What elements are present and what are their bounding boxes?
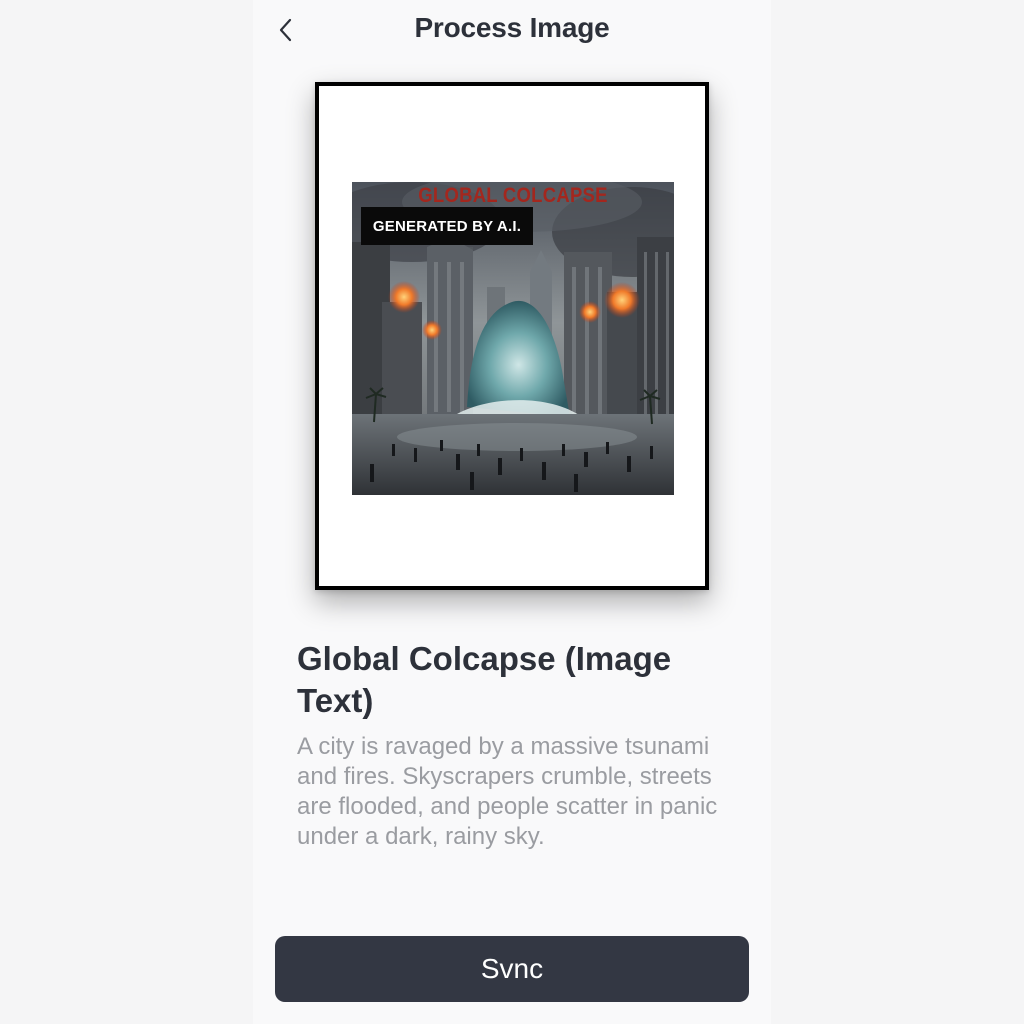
image-title: Global Colcapse (Image Text) [297,640,672,719]
sync-button[interactable]: Svnc [275,936,749,1002]
artwork-image[interactable]: GLOBAL COLCAPSE GENERATED BY A.I. [352,182,674,495]
artwork-overlay-title: GLOBAL COLCAPSE [418,184,608,207]
page-title: Process Image [414,12,610,43]
ai-generated-badge: GENERATED BY A.I. [361,207,533,245]
image-description: A city is ravaged by a massive tsunami a… [297,733,718,850]
